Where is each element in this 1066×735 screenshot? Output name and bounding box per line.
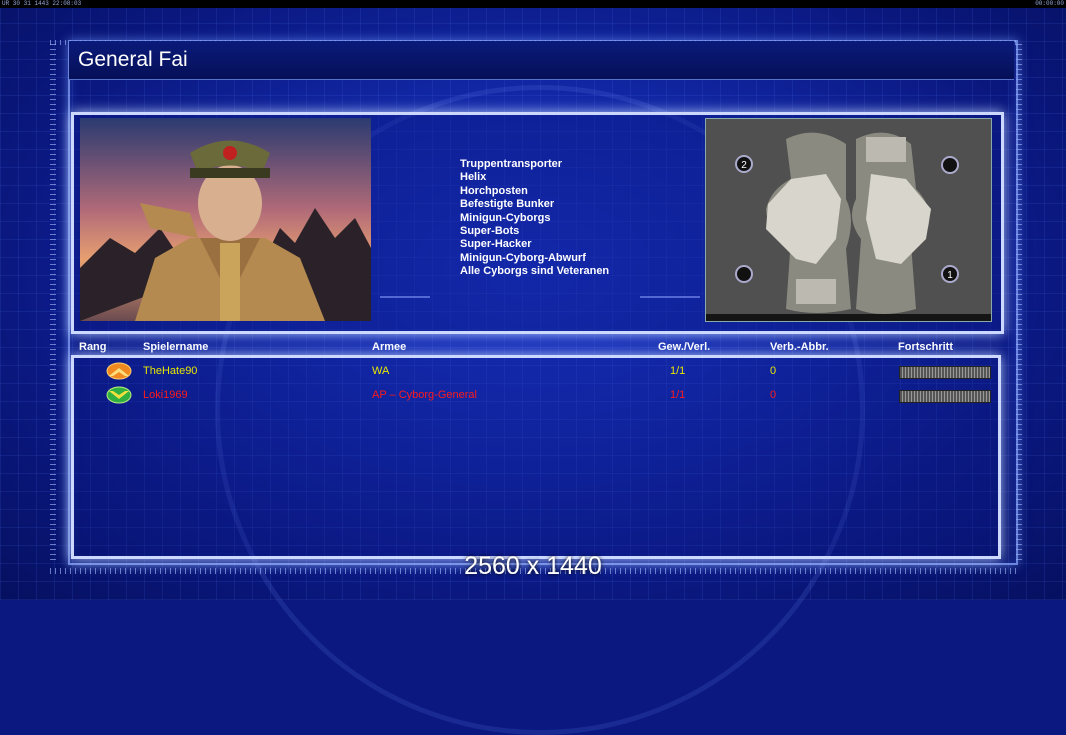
table-row: TheHate90 WA 1/1 0 xyxy=(0,362,1066,380)
progress-bar xyxy=(899,366,991,379)
feature-item: Helix xyxy=(460,171,487,184)
rank-chevron-green-icon xyxy=(106,386,132,404)
feature-item: Minigun-Cyborg-Abwurf xyxy=(460,251,586,264)
map-start-1: 1 xyxy=(947,270,953,281)
minimap: 2 1 xyxy=(705,118,992,322)
player-name: TheHate90 xyxy=(143,365,198,377)
feature-item: Super-Hacker xyxy=(460,238,532,251)
column-header-progress: Fortschritt xyxy=(898,341,953,353)
status-bar-left: UR 30 31 1443 22:08:03 xyxy=(2,0,82,7)
title-bar xyxy=(69,41,1014,80)
column-header-disconnects: Verb.-Abbr. xyxy=(770,341,829,353)
column-header-winloss: Gew./Verl. xyxy=(658,341,711,353)
page-title: General Fai xyxy=(78,48,188,71)
feature-item: Minigun-Cyborgs xyxy=(460,211,551,224)
status-bar-clock: 00:00:00 xyxy=(1035,0,1064,7)
rank-chevron-orange-icon xyxy=(106,362,132,380)
feature-item: Truppentransporter xyxy=(460,158,563,170)
progress-bar xyxy=(899,390,991,403)
divider-line-left xyxy=(380,296,430,298)
column-header-player: Spielername xyxy=(143,341,209,353)
feature-item: Horchposten xyxy=(460,184,528,197)
map-start-2: 2 xyxy=(741,160,747,171)
divider-line-right xyxy=(640,296,700,298)
army-name: AP – Cyborg-General xyxy=(372,389,477,401)
feature-item: Alle Cyborgs sind Veteranen xyxy=(460,265,610,278)
status-bar: UR 30 31 1443 22:08:03 00:00:00 xyxy=(0,0,1066,8)
winloss-value: 1/1 xyxy=(670,365,686,377)
feature-list: Truppentransporter Helix Horchposten Bef… xyxy=(460,158,609,279)
general-portrait xyxy=(80,118,371,321)
disconnects-value: 0 xyxy=(770,365,777,377)
feature-item: Befestigte Bunker xyxy=(460,198,555,211)
disconnects-value: 0 xyxy=(770,389,777,401)
winloss-value: 1/1 xyxy=(670,389,686,401)
player-name: Loki1969 xyxy=(143,389,188,401)
table-row: Loki1969 AP – Cyborg-General 1/1 0 xyxy=(0,386,1066,404)
column-header-army: Armee xyxy=(372,341,407,353)
frame-ruler-left xyxy=(50,40,56,560)
resolution-overlay: 2560 x 1440 xyxy=(464,552,602,580)
feature-item: Super-Bots xyxy=(460,225,520,238)
column-header-rank: Rang xyxy=(79,341,107,353)
army-name: WA xyxy=(372,365,390,377)
